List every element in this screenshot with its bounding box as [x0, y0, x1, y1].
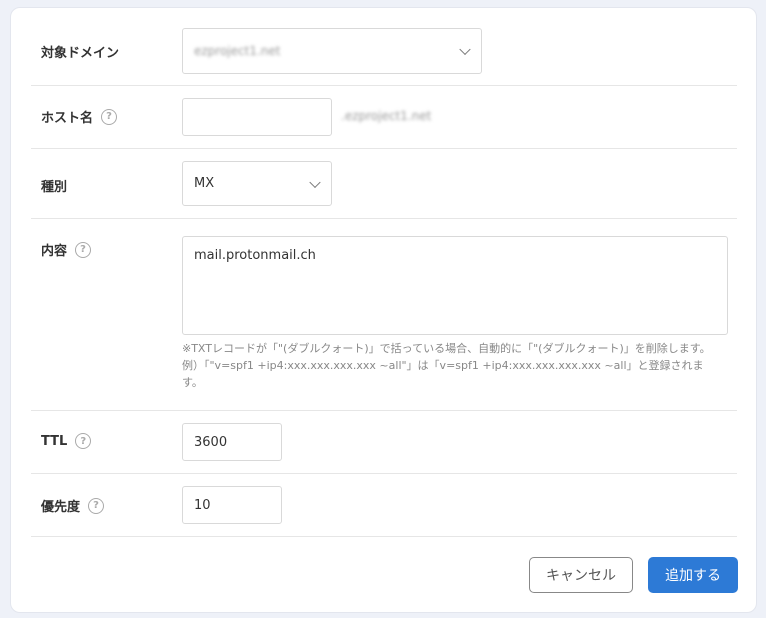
type-label: 種別 — [41, 180, 68, 195]
help-icon[interactable]: ? — [88, 497, 105, 514]
ttl-label: TTL — [41, 433, 68, 449]
note-txt-quotes: ※TXTレコードが「"(ダブルクォート)」で括っている場合、自動的に「"(ダブル… — [182, 342, 711, 355]
ttl-input[interactable]: 3600 — [182, 423, 282, 461]
row-host: ホスト名? .ezproject1.net — [31, 86, 737, 149]
content-note: ※TXTレコードが「"(ダブルクォート)」で括っている場合、自動的に「"(ダブル… — [182, 340, 722, 391]
priority-input[interactable]: 10 — [182, 486, 282, 524]
row-priority: 優先度? 10 — [31, 474, 737, 537]
domain-select[interactable]: ezproject1.net — [182, 28, 482, 74]
submit-button[interactable]: 追加する — [648, 557, 738, 593]
host-input[interactable] — [182, 98, 332, 136]
content-textarea[interactable]: mail.protonmail.ch — [182, 236, 728, 335]
host-label: ホスト名 — [41, 111, 94, 126]
help-icon[interactable]: ? — [101, 108, 118, 125]
type-value: MX — [194, 176, 215, 191]
help-icon[interactable]: ? — [75, 433, 92, 449]
host-suffix: .ezproject1.net — [341, 109, 432, 123]
content-label: 内容 — [41, 244, 68, 259]
chevron-down-icon — [309, 176, 321, 188]
type-select[interactable]: MX — [182, 161, 332, 206]
priority-label: 優先度 — [41, 500, 81, 515]
cancel-button[interactable]: キャンセル — [529, 557, 633, 593]
help-icon[interactable]: ? — [75, 241, 92, 258]
domain-label: 対象ドメイン — [41, 46, 120, 61]
note-example: 例）「"v=spf1 +ip4:xxx.xxx.xxx.xxx ~all"」は「… — [182, 359, 704, 389]
chevron-down-icon — [459, 43, 471, 56]
row-type: 種別 MX — [31, 149, 737, 219]
domain-value: ezproject1.net — [194, 44, 281, 58]
record-form-card: 対象ドメイン ezproject1.net ホスト名? .ezproject1.… — [10, 7, 757, 613]
row-domain: 対象ドメイン ezproject1.net — [31, 28, 737, 86]
row-content: 内容? mail.protonmail.ch ※TXTレコードが「"(ダブルクォ… — [31, 219, 737, 411]
row-ttl: TTL? 3600 — [31, 411, 737, 474]
